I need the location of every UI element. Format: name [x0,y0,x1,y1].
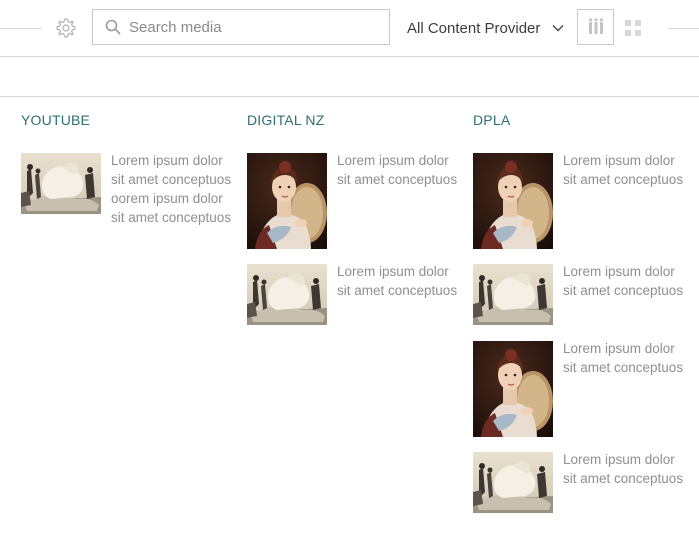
toolbar-divider-right [668,28,699,29]
list-view-button[interactable] [577,9,614,45]
media-thumbnail [473,341,553,437]
gear-icon [56,18,76,38]
media-caption: Lorem ipsum dolor sit amet conceptuos [563,264,684,298]
list-item[interactable]: Lorem ipsum dolor sit amet conceptuos [473,452,685,513]
media-thumbnail [247,264,327,325]
list-item[interactable]: Lorem ipsum dolor sit amet conceptuos [473,153,685,249]
list-item[interactable]: Lorem ipsum dolor sit amet conceptuos [247,264,459,325]
list-item[interactable]: Lorem ipsum dolor sit amet conceptuos [473,264,685,325]
search-input[interactable] [129,18,369,36]
toolbar-divider-left [0,28,42,29]
list-item[interactable]: Lorem ipsum dolor sit amet conceptuos [473,341,685,437]
column-title: DIGITAL NZ [247,112,325,128]
media-caption: Lorem ipsum dolor sit amet conceptuos [563,341,684,375]
media-caption: Lorem ipsum dolor sit amet conceptuos [563,153,684,187]
media-thumbnail [473,153,553,249]
media-caption: Lorem ipsum dolor sit amet conceptuos [563,452,684,486]
list-view-icon [588,18,603,34]
media-thumbnail [473,264,553,325]
results-top-border [0,96,699,97]
media-thumbnail [473,452,553,513]
content-provider-selected: All Content Provider [407,19,541,37]
column-title: YOUTUBE [21,112,91,128]
grid-view-icon[interactable] [624,19,642,37]
chevron-down-icon [552,25,564,32]
content-provider-select[interactable]: All Content Provider [407,17,564,39]
settings-button[interactable] [55,17,77,39]
search-icon [105,19,121,35]
media-caption: Lorem ipsum dolor sit amet conceptuos [337,153,458,187]
list-item[interactable]: Lorem ipsum dolor sit amet conceptuos oo… [21,153,233,227]
media-thumbnail [247,153,327,249]
search-field[interactable] [92,9,390,45]
column-title: DPLA [473,112,511,128]
toolbar-bottom-border [0,56,699,57]
list-item[interactable]: Lorem ipsum dolor sit amet conceptuos [247,153,459,249]
media-caption: Lorem ipsum dolor sit amet conceptuos [337,264,458,298]
media-thumbnail [21,153,101,214]
media-caption: Lorem ipsum dolor sit amet conceptuos oo… [111,153,232,225]
media-toolbar: All Content Provider [0,0,699,57]
